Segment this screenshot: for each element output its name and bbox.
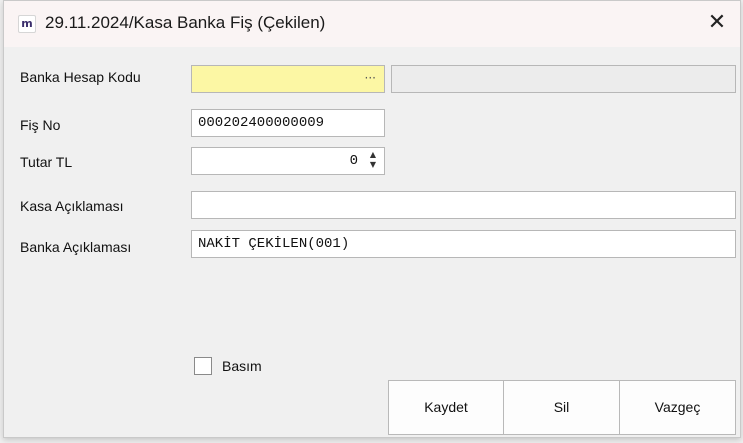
lookup-ellipsis-icon[interactable]: ··· (365, 66, 376, 90)
fis-no-label: Fiş No (20, 117, 61, 133)
spin-down-icon[interactable]: ▼ (368, 160, 378, 170)
spin-buttons[interactable]: ▲ ▼ (368, 150, 378, 172)
banka-hesap-kodu-field[interactable]: ··· (191, 65, 385, 93)
close-button[interactable]: ✕ (694, 1, 740, 47)
banka-hesap-kodu-label: Banka Hesap Kodu (20, 69, 141, 85)
app-logo-icon: m (18, 15, 36, 33)
tutar-tl-field[interactable]: 0 ▲ ▼ (191, 147, 385, 175)
tutar-tl-value: 0 (349, 153, 358, 169)
fis-no-field[interactable]: 000202400000009 (191, 109, 385, 137)
banka-aciklamasi-label: Banka Açıklaması (20, 239, 132, 255)
vazgec-button[interactable]: Vazgeç (619, 380, 736, 435)
window-title: 29.11.2024/Kasa Banka Fiş (Çekilen) (45, 13, 326, 32)
banka-hesap-adi-field (391, 65, 736, 93)
dialog-window: m 29.11.2024/Kasa Banka Fiş (Çekilen) ✕ … (3, 0, 741, 438)
basim-checkbox[interactable] (194, 357, 212, 375)
kasa-aciklamasi-label: Kasa Açıklaması (20, 198, 124, 214)
title-bar: m 29.11.2024/Kasa Banka Fiş (Çekilen) ✕ (4, 1, 740, 47)
spin-up-icon[interactable]: ▲ (368, 150, 378, 160)
sil-button[interactable]: Sil (503, 380, 620, 435)
kaydet-button[interactable]: Kaydet (388, 380, 504, 435)
banka-aciklamasi-field[interactable]: NAKİT ÇEKİLEN(001) (191, 230, 736, 258)
basim-label[interactable]: Basım (222, 358, 262, 374)
tutar-tl-label: Tutar TL (20, 154, 73, 170)
kasa-aciklamasi-field[interactable] (191, 191, 736, 219)
close-icon: ✕ (707, 10, 727, 35)
banka-aciklamasi-value: NAKİT ÇEKİLEN(001) (198, 236, 350, 252)
fis-no-value: 000202400000009 (198, 115, 325, 131)
